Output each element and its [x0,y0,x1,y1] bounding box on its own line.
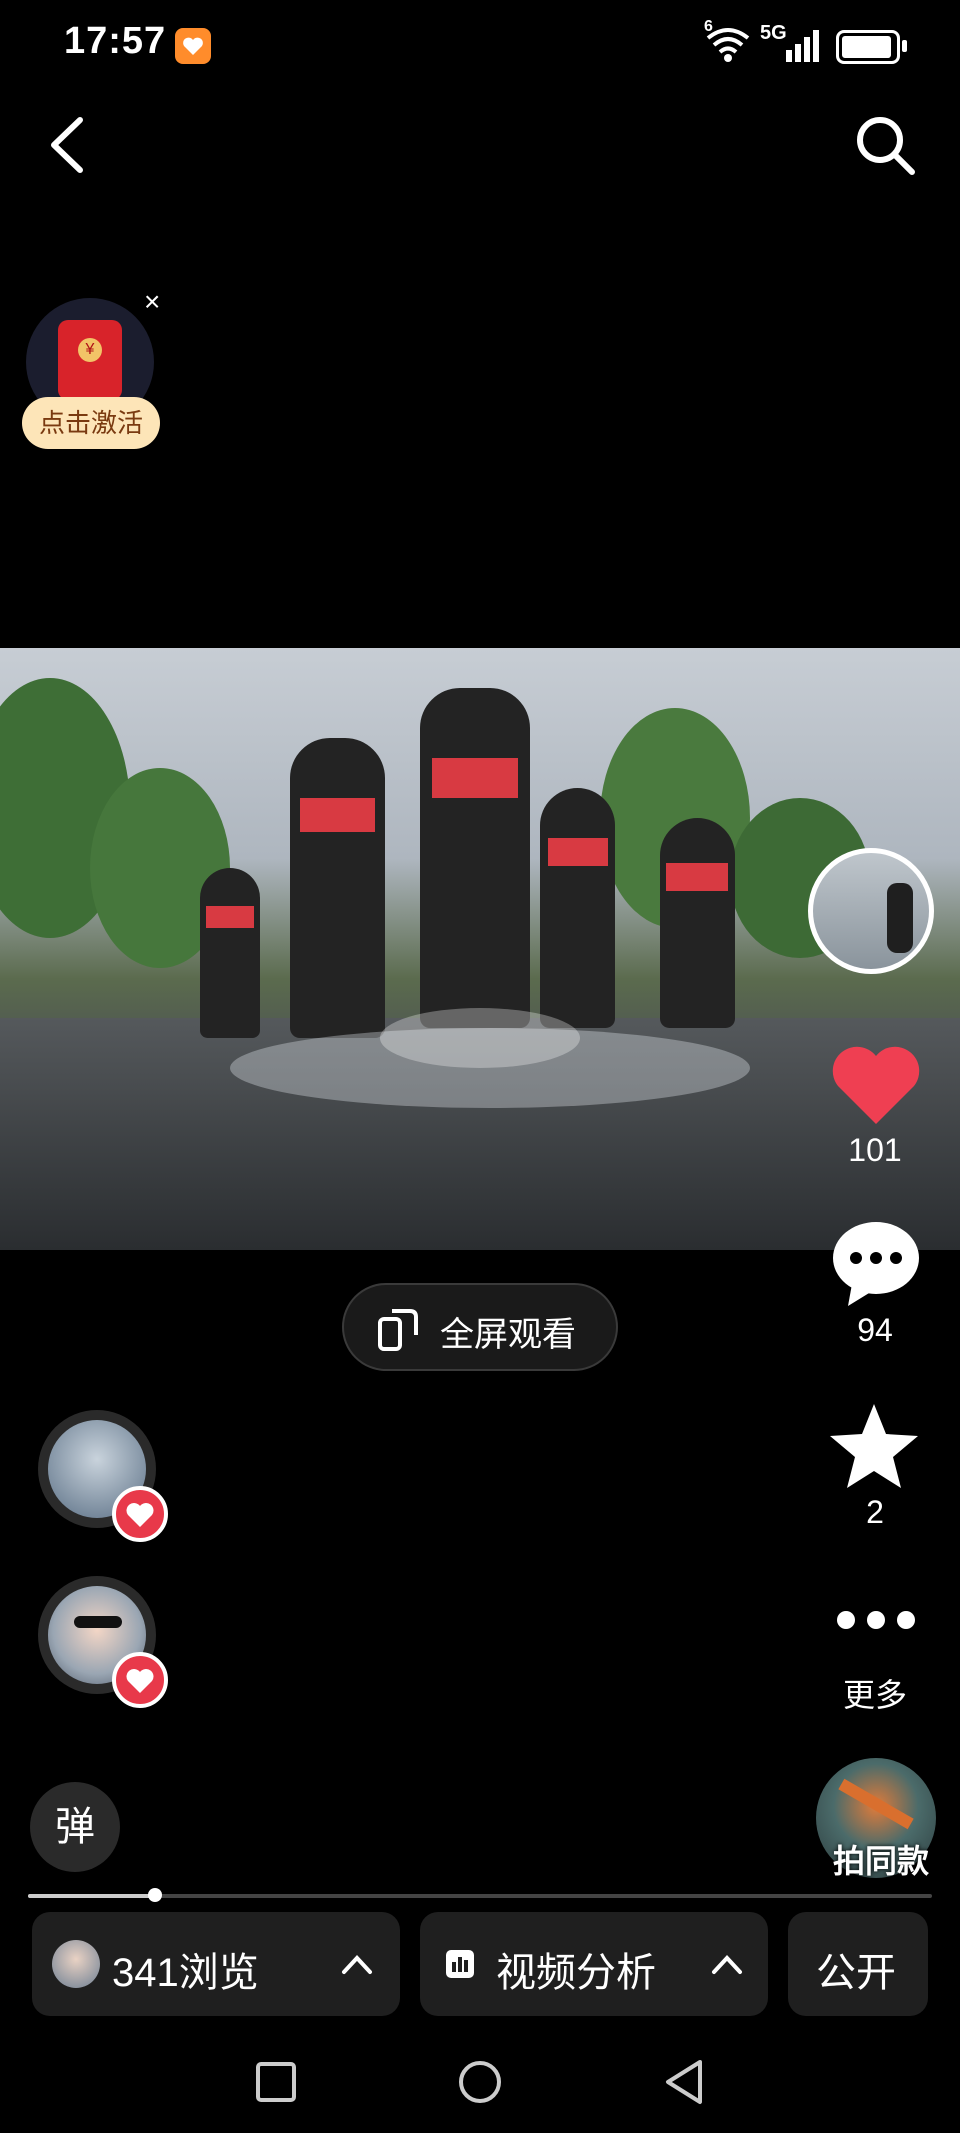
heart-badge [112,1486,168,1542]
views-button[interactable]: 341浏览 [32,1912,400,2016]
back-button[interactable] [44,110,104,180]
recents-square-icon[interactable] [254,2060,298,2104]
like-count: 101 [848,1132,902,1168]
analysis-label: 视频分析 [496,1951,656,1995]
video-analysis-button[interactable]: 视频分析 [420,1912,768,2016]
home-circle-icon[interactable] [456,2058,504,2106]
viewer-avatar [52,1940,100,1988]
close-promo-button[interactable]: × [144,286,160,318]
avatar-figure [887,883,913,953]
heart-icon [126,1669,154,1693]
favorite-button[interactable] [828,1402,920,1495]
chevron-up-icon [712,1955,742,1974]
runner-figure [540,788,615,1028]
wifi-superscript: 6 [704,18,713,35]
chart-icon [446,1950,474,1978]
signal-icon [760,28,820,69]
favorite-count: 2 [866,1494,884,1530]
like-button[interactable] [830,1044,922,1133]
notification-app-icon [175,28,211,64]
rotate-screen-icon [378,1309,418,1351]
status-bar: 17:57 6 5G [0,0,960,90]
views-label: 341浏览 [112,1951,259,1995]
coin-icon: ¥ [78,338,102,362]
runner-jersey [300,798,375,832]
danmu-toggle[interactable]: 弹 [30,1782,120,1872]
system-nav-bar [0,2040,960,2133]
chevron-up-icon [342,1955,372,1974]
status-time: 17:57 [64,20,167,62]
same-style-label: 拍同款 [832,1843,929,1879]
heart-icon [126,1503,154,1527]
heart-icon [832,1046,920,1124]
runner-figure [660,818,735,1028]
runner-jersey [666,863,728,891]
plane-shape [838,1778,914,1830]
visibility-button[interactable]: 公开 [788,1912,928,2016]
water-splash [380,1008,580,1068]
more-dots-icon [837,1611,915,1629]
star-icon [830,1404,918,1488]
visibility-label: 公开 [816,1951,896,1995]
more-button[interactable] [834,1608,918,1637]
creator-avatar[interactable] [808,848,934,974]
sunglasses-shape [74,1616,122,1628]
progress-knob[interactable] [147,1888,162,1902]
runner-jersey [206,906,254,928]
fullscreen-button[interactable]: 全屏观看 [342,1283,618,1371]
search-button[interactable] [850,110,920,180]
video-progress-bar[interactable] [28,1888,932,1902]
comment-count: 94 [857,1312,893,1348]
progress-played [28,1894,155,1898]
comment-button[interactable] [830,1218,922,1313]
fullscreen-label: 全屏观看 [440,1316,576,1354]
runner-jersey [548,838,608,866]
comment-icon [833,1222,919,1306]
runner-figure [290,738,385,1038]
runner-figure [200,868,260,1038]
search-icon [857,117,915,175]
activate-button[interactable]: 点击激活 [22,397,160,449]
battery-icon [836,30,907,64]
heart-badge [112,1652,168,1708]
back-triangle-icon[interactable] [660,2058,708,2106]
runner-figure [420,688,530,1028]
chevron-left-icon [51,117,83,173]
runner-jersey [432,758,518,798]
more-label: 更多 [842,1677,907,1713]
